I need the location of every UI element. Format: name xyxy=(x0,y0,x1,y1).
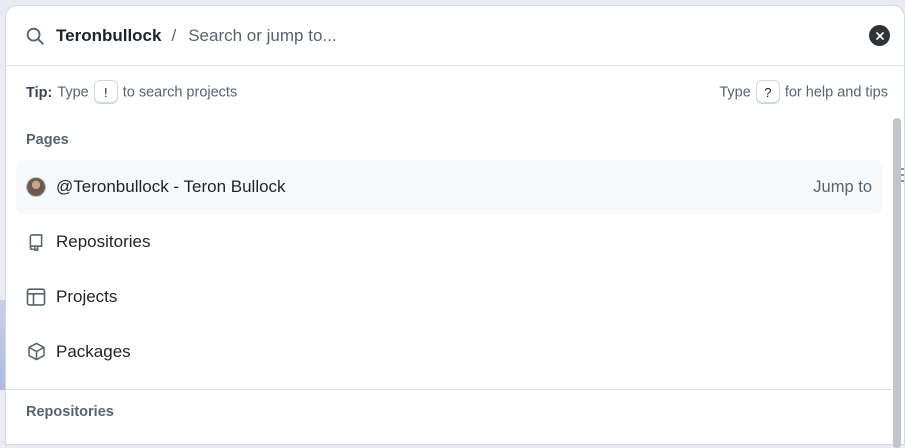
keyboard-key-question: ? xyxy=(755,80,780,104)
package-icon xyxy=(26,342,46,362)
page-item-label: Repositories xyxy=(56,231,151,251)
section-title-repositories: Repositories xyxy=(26,404,114,420)
command-palette: Teronbullock / Tip:Type!to search projec… xyxy=(5,5,905,445)
tip-prefix: Tip: xyxy=(26,84,53,101)
avatar xyxy=(26,177,46,197)
page-item-repositories[interactable]: Repositories xyxy=(16,214,882,269)
repo-icon xyxy=(26,232,46,252)
page-item-label: Projects xyxy=(56,286,118,306)
search-input[interactable] xyxy=(188,25,869,46)
search-bar: Teronbullock / xyxy=(6,6,904,66)
page-item-label: @Teronbullock - Teron Bullock xyxy=(56,177,286,196)
page-item-label: Packages xyxy=(56,341,131,361)
scrollbar-thumb[interactable] xyxy=(893,118,901,448)
page-item-projects[interactable]: Projects xyxy=(16,269,882,324)
search-icon xyxy=(26,27,44,45)
keyboard-key-exclamation: ! xyxy=(93,80,118,104)
section-title-pages: Pages xyxy=(26,132,69,148)
page-item-profile[interactable]: @Teronbullock - Teron Bullock Jump to xyxy=(16,160,882,214)
tip-suffix-text: to search projects xyxy=(122,84,238,101)
scope-separator: / xyxy=(171,25,177,45)
tip-right: Type? for help and tips xyxy=(719,80,888,104)
clear-button[interactable] xyxy=(869,25,890,46)
page-item-packages[interactable]: Packages xyxy=(16,324,882,379)
help-type-text: Type xyxy=(719,84,751,101)
tip-row: Tip: Type! to search projects Type? for hel… xyxy=(6,66,904,118)
resize-handle-icon xyxy=(901,168,905,182)
table-icon xyxy=(26,287,46,307)
help-suffix-text: for help and tips xyxy=(784,84,888,101)
close-icon xyxy=(875,31,884,40)
jump-to-hint: Jump to xyxy=(813,177,872,196)
search-scope-token[interactable]: Teronbullock xyxy=(56,26,161,46)
tip-left: Tip: Type! to search projects xyxy=(26,80,237,104)
tip-type-text: Type xyxy=(57,84,89,101)
